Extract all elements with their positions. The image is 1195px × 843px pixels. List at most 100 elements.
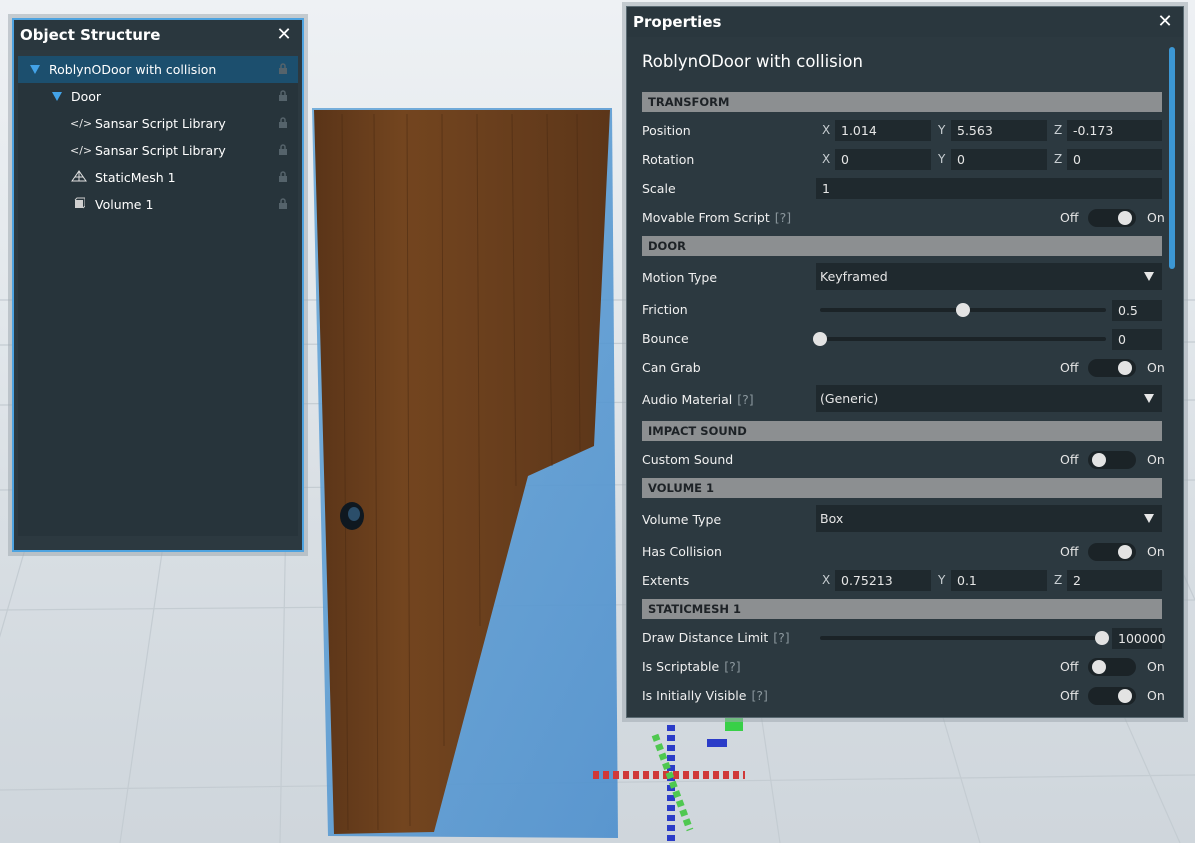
rotation-y-input[interactable]: 0	[951, 149, 1047, 170]
help-icon[interactable]: [?]	[775, 210, 791, 225]
slider-knob[interactable]	[813, 332, 827, 346]
has-collision-toggle[interactable]	[1088, 543, 1136, 561]
movable-label: Movable From Script [?]	[642, 210, 791, 225]
bounce-input[interactable]: 0	[1112, 329, 1162, 350]
section-volume[interactable]: VOLUME 1	[642, 478, 1162, 498]
scale-label: Scale	[642, 181, 676, 196]
mesh-icon	[70, 170, 88, 185]
is-scriptable-label-text: Is Scriptable	[642, 659, 720, 674]
motion-type-value: Keyframed	[820, 269, 888, 284]
draw-distance-label-text: Draw Distance Limit	[642, 630, 769, 645]
tree-item-script-2[interactable]: </> Sansar Script Library	[18, 137, 298, 164]
toggle-off-label: Off	[1060, 688, 1079, 703]
can-grab-label: Can Grab	[642, 360, 701, 375]
lock-icon[interactable]	[278, 171, 288, 182]
can-grab-toggle[interactable]	[1088, 359, 1136, 377]
volume-type-dropdown[interactable]: Box	[816, 505, 1162, 532]
help-icon[interactable]: [?]	[773, 630, 789, 645]
tree-item-door[interactable]: Door	[18, 83, 298, 110]
axis-z-label: Z	[1054, 152, 1063, 166]
toggle-on-label: On	[1147, 659, 1165, 674]
expand-triangle-icon[interactable]	[30, 65, 40, 74]
lock-icon[interactable]	[278, 117, 288, 128]
bounce-label: Bounce	[642, 331, 689, 346]
custom-sound-label: Custom Sound	[642, 452, 734, 467]
friction-slider[interactable]	[820, 303, 1106, 317]
custom-sound-toggle[interactable]	[1088, 451, 1136, 469]
axis-y-label: Y	[938, 123, 946, 137]
object-structure-title: Object Structure	[20, 26, 161, 44]
has-collision-label: Has Collision	[642, 544, 722, 559]
toggle-off-label: Off	[1060, 544, 1079, 559]
help-icon[interactable]: [?]	[751, 688, 767, 703]
slider-knob[interactable]	[956, 303, 970, 317]
extents-z-input[interactable]: 2	[1067, 570, 1162, 591]
toggle-on-label: On	[1147, 688, 1165, 703]
toggle-knob	[1118, 545, 1132, 559]
tree-item-root[interactable]: RoblynODoor with collision	[18, 56, 298, 83]
dropdown-arrow-icon	[1144, 272, 1154, 281]
toggle-off-label: Off	[1060, 210, 1079, 225]
slider-knob[interactable]	[1095, 631, 1109, 645]
tree-item-staticmesh[interactable]: StaticMesh 1	[18, 164, 298, 191]
axis-z-label: Z	[1054, 573, 1063, 587]
axis-x-label: X	[822, 152, 831, 166]
toggle-on-label: On	[1147, 210, 1165, 225]
rotation-label: Rotation	[642, 152, 695, 167]
section-door[interactable]: DOOR	[642, 236, 1162, 256]
movable-toggle[interactable]	[1088, 209, 1136, 227]
extents-label: Extents	[642, 573, 690, 588]
door-model[interactable]	[312, 106, 618, 840]
is-scriptable-label: Is Scriptable [?]	[642, 659, 741, 674]
position-label: Position	[642, 123, 691, 138]
object-tree: RoblynODoor with collision Door </> Sans…	[18, 56, 298, 536]
section-staticmesh[interactable]: STATICMESH 1	[642, 599, 1162, 619]
is-visible-toggle[interactable]	[1088, 687, 1136, 705]
help-icon[interactable]: [?]	[724, 659, 740, 674]
close-icon[interactable]: ✕	[1155, 12, 1175, 32]
object-name: RoblynODoor with collision	[642, 52, 863, 71]
bounce-slider[interactable]	[813, 332, 1106, 346]
axis-z-label: Z	[1054, 123, 1063, 137]
draw-distance-slider[interactable]	[820, 631, 1109, 645]
section-transform[interactable]: TRANSFORM	[642, 92, 1162, 112]
dropdown-arrow-icon	[1144, 394, 1154, 403]
extents-x-input[interactable]: 0.75213	[835, 570, 931, 591]
tree-item-volume[interactable]: Volume 1	[18, 191, 298, 218]
is-visible-label: Is Initially Visible [?]	[642, 688, 768, 703]
is-scriptable-toggle[interactable]	[1088, 658, 1136, 676]
toggle-on-label: On	[1147, 452, 1165, 467]
scale-input[interactable]: 1	[816, 178, 1162, 199]
position-x-input[interactable]: 1.014	[835, 120, 931, 141]
lock-icon[interactable]	[278, 198, 288, 209]
audio-material-label-text: Audio Material	[642, 392, 733, 407]
toggle-off-label: Off	[1060, 659, 1079, 674]
draw-distance-input[interactable]: 100000	[1112, 628, 1166, 649]
tree-item-label: Sansar Script Library	[95, 116, 226, 131]
transform-gizmo[interactable]	[585, 705, 765, 843]
audio-material-dropdown[interactable]: (Generic)	[816, 385, 1162, 412]
scrollbar[interactable]	[1169, 47, 1175, 269]
rotation-z-input[interactable]: 0	[1067, 149, 1162, 170]
close-icon[interactable]: ✕	[274, 25, 294, 45]
lock-icon[interactable]	[278, 90, 288, 101]
lock-icon[interactable]	[278, 144, 288, 155]
section-impact-sound[interactable]: IMPACT SOUND	[642, 421, 1162, 441]
lock-icon[interactable]	[278, 63, 288, 74]
expand-triangle-icon[interactable]	[52, 92, 62, 101]
toggle-knob	[1092, 660, 1106, 674]
volume-icon	[70, 197, 88, 212]
tree-item-script-1[interactable]: </> Sansar Script Library	[18, 110, 298, 137]
position-y-input[interactable]: 5.563	[951, 120, 1047, 141]
extents-y-input[interactable]: 0.1	[951, 570, 1047, 591]
toggle-knob	[1118, 689, 1132, 703]
friction-input[interactable]: 0.5	[1112, 300, 1162, 321]
rotation-x-input[interactable]: 0	[835, 149, 931, 170]
motion-type-dropdown[interactable]: Keyframed	[816, 263, 1162, 290]
position-z-input[interactable]: -0.173	[1067, 120, 1162, 141]
properties-panel: Properties ✕ RoblynODoor with collision …	[626, 6, 1184, 718]
properties-body: RoblynODoor with collision TRANSFORM Pos…	[627, 39, 1183, 717]
help-icon[interactable]: [?]	[737, 392, 753, 407]
audio-material-label: Audio Material [?]	[642, 392, 754, 407]
axis-y-label: Y	[938, 152, 946, 166]
